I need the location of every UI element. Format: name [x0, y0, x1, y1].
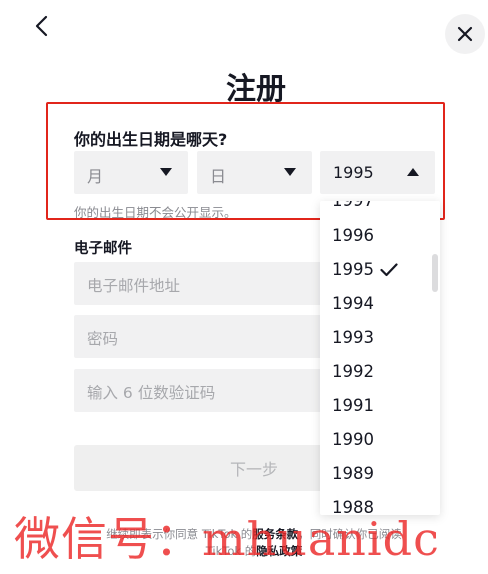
- dropdown-scrollbar-thumb[interactable]: [432, 254, 438, 292]
- caret-down-icon: [160, 168, 172, 176]
- password-placeholder: 密码: [87, 330, 119, 348]
- year-select[interactable]: 1995: [320, 151, 435, 194]
- year-option[interactable]: 1990: [332, 430, 374, 449]
- code-placeholder: 输入 6 位数验证码: [87, 384, 216, 402]
- email-placeholder: 电子邮件地址: [87, 277, 181, 295]
- footer-text-2: ，同时确认你已阅读: [298, 527, 402, 541]
- footer-text-3: TikTok 的: [205, 544, 257, 558]
- dob-hint: 你的出生日期不会公开显示。: [74, 205, 237, 220]
- day-select-value: 日: [210, 167, 227, 186]
- privacy-link[interactable]: 隐私政策: [256, 544, 302, 558]
- caret-down-icon: [284, 168, 296, 176]
- caret-up-icon: [407, 168, 419, 176]
- back-chevron-left-icon[interactable]: [32, 14, 52, 38]
- email-section-label: 电子邮件: [74, 241, 132, 257]
- year-option[interactable]: 1989: [332, 464, 374, 483]
- terms-footer: 继续即表示你同意 TikTok 的服务条款，同时确认你已阅读 TikTok 的隐…: [74, 526, 434, 560]
- year-option-selected[interactable]: 1995: [332, 260, 374, 279]
- day-select[interactable]: 日: [197, 151, 312, 194]
- terms-link[interactable]: 服务条款: [252, 527, 298, 541]
- dob-label: 你的出生日期是哪天?: [74, 130, 228, 149]
- year-select-value: 1995: [333, 163, 374, 182]
- year-option[interactable]: 1994: [332, 294, 374, 313]
- year-option[interactable]: 1993: [332, 328, 374, 347]
- footer-text-1: 继续即表示你同意 TikTok 的: [106, 527, 253, 541]
- checkmark-icon: [380, 263, 398, 277]
- year-dropdown-list[interactable]: 1997 1996 1995 1994 1993 1992 1991 1990 …: [320, 201, 440, 515]
- month-select-value: 月: [87, 167, 104, 186]
- close-button[interactable]: [445, 14, 485, 54]
- close-icon: [457, 26, 473, 42]
- month-select[interactable]: 月: [74, 151, 188, 194]
- year-option[interactable]: 1997: [332, 201, 374, 210]
- year-option[interactable]: 1996: [332, 226, 374, 245]
- year-option[interactable]: 1988: [332, 498, 374, 515]
- year-option[interactable]: 1991: [332, 396, 374, 415]
- year-option[interactable]: 1992: [332, 362, 374, 381]
